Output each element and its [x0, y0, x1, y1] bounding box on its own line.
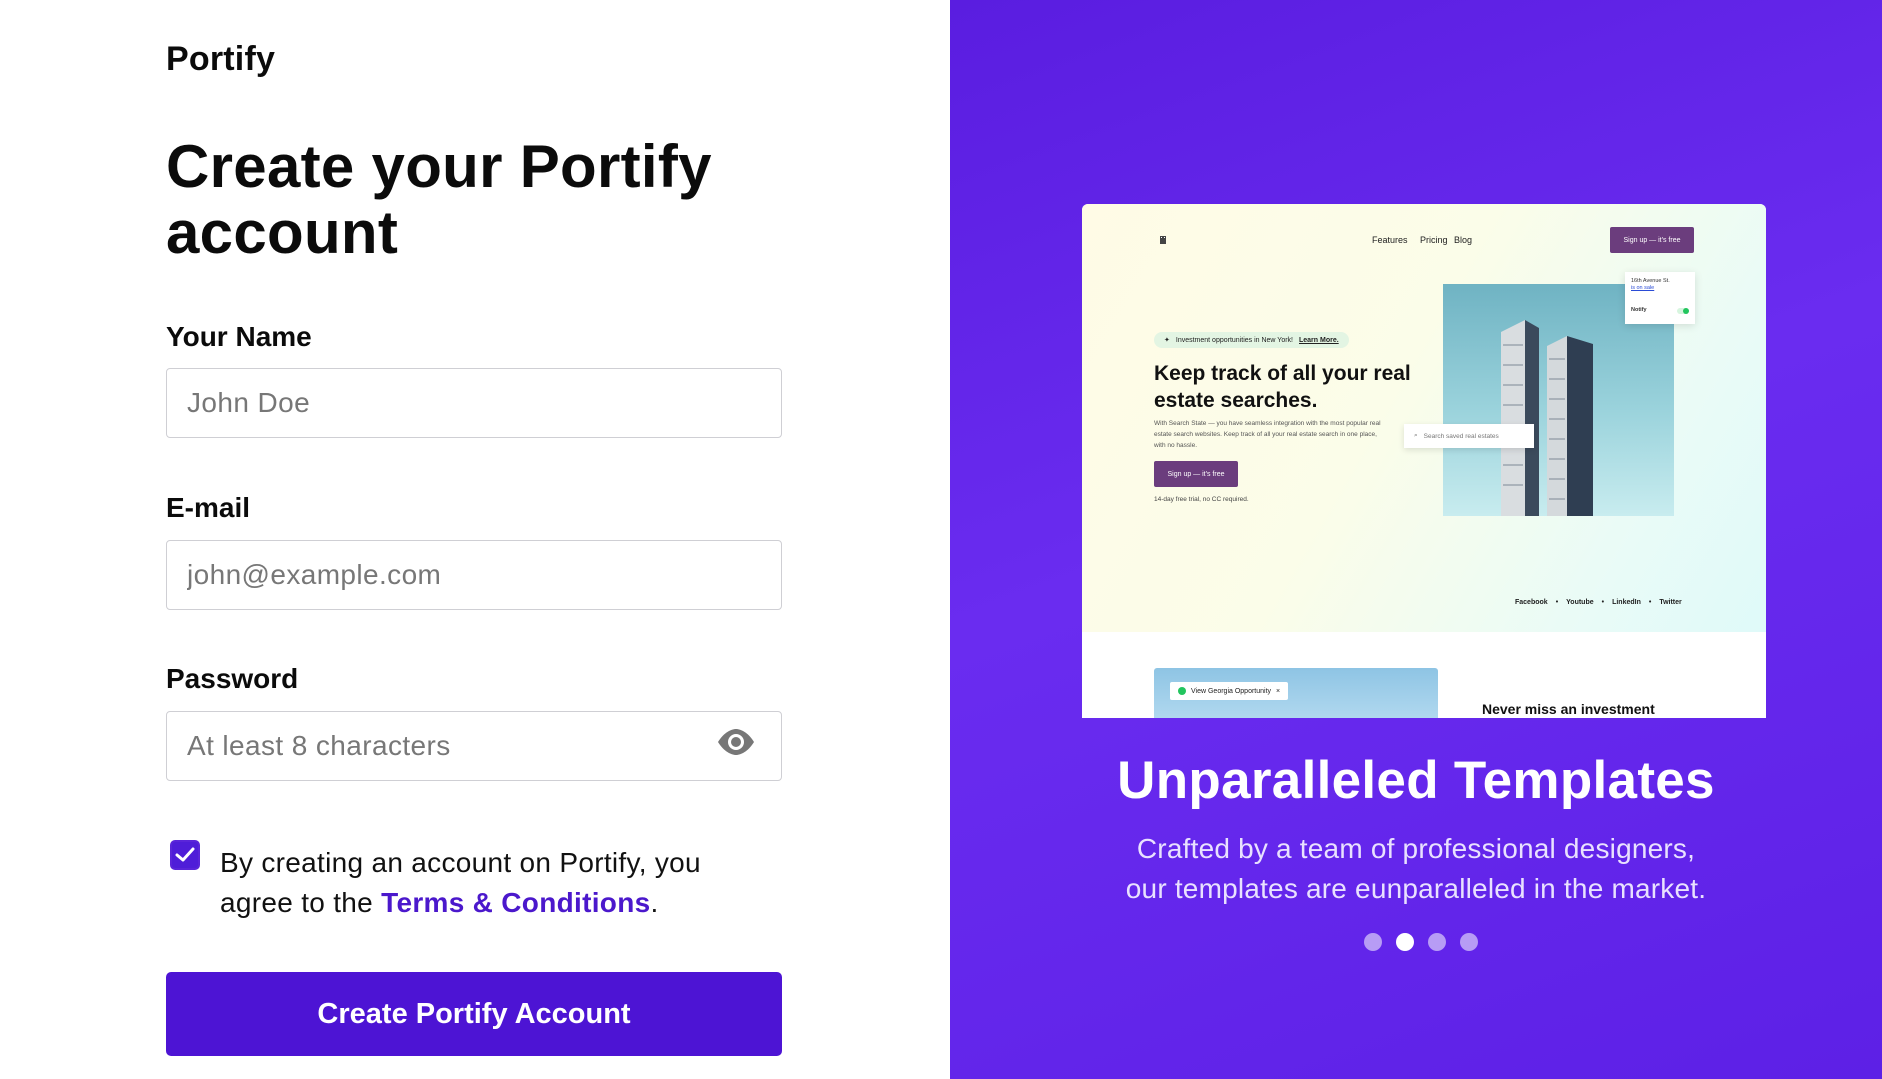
check-circle-icon: [1178, 687, 1186, 695]
showcase-panel: Features Pricing Blog Sign up — it's fre…: [950, 0, 1882, 1079]
carousel-dots: [1364, 933, 1478, 951]
preview-signup-button: Sign up — it's free: [1610, 227, 1694, 253]
sparkle-icon: ✦: [1164, 337, 1170, 344]
carousel-dot[interactable]: [1364, 933, 1382, 951]
preview-nav-item: Features: [1372, 235, 1408, 245]
eye-icon[interactable]: [716, 727, 756, 757]
preview-search-placeholder: Search saved real estates: [1423, 432, 1499, 440]
showcase-title: Unparalleled Templates: [1117, 751, 1715, 810]
password-input[interactable]: [166, 711, 782, 781]
page-title: Create your Portify account: [166, 133, 712, 266]
preview-notify-card: 16th Avenue St. is on sale Notify: [1625, 272, 1695, 324]
checkmark-icon: [175, 847, 195, 862]
name-input[interactable]: [166, 368, 782, 438]
name-label: Your Name: [166, 321, 312, 352]
carousel-dot[interactable]: [1428, 933, 1446, 951]
preview-nav-item: Blog: [1454, 235, 1473, 245]
email-label: E-mail: [166, 492, 251, 523]
terms-suffix: .: [650, 887, 659, 918]
preview-hero: Features Pricing Blog Sign up — it's fre…: [1082, 204, 1766, 632]
preview-social-links: Facebook • Youtube • LinkedIn • Twitter: [1515, 599, 1682, 606]
preview-notify-status: is on sale: [1631, 285, 1655, 291]
carousel-dot[interactable]: [1460, 933, 1478, 951]
preview-heading: Keep track of all your real estate searc…: [1154, 362, 1411, 412]
preview-trial-note: 14-day free trial, no CC required.: [1154, 496, 1249, 503]
preview-logo-icon: [1160, 236, 1166, 244]
terms-checkbox[interactable]: [170, 840, 200, 870]
password-label: Password: [166, 663, 299, 694]
preview-section-heading: Never miss an investment: [1482, 701, 1655, 717]
preview-social-link: Facebook: [1515, 599, 1548, 606]
preview-card-tag: View Georgia Opportunity ×: [1170, 682, 1289, 700]
preview-opportunity-card: View Georgia Opportunity ×: [1154, 668, 1438, 718]
signup-panel: Portify Create your Portify account Your…: [0, 0, 950, 1079]
preview-cta-button: Sign up — it's free: [1154, 461, 1238, 487]
preview-announcement: ✦ Investment opportunities in New York! …: [1154, 332, 1349, 348]
preview-social-link: LinkedIn: [1612, 599, 1641, 606]
preview-body: With Search State — you have seamless in…: [1154, 420, 1381, 449]
preview-notify-address: 16th Avenue St.: [1631, 278, 1670, 284]
preview-card-close: ×: [1276, 687, 1281, 695]
email-input[interactable]: [166, 540, 782, 610]
toggle-icon: [1677, 308, 1689, 314]
brand-logo[interactable]: Portify: [166, 40, 275, 79]
preview-card-tag-text: View Georgia Opportunity: [1191, 687, 1272, 695]
preview-pill-text: Investment opportunities in New York!: [1175, 336, 1293, 344]
preview-search-box: ⌕ Search saved real estates: [1404, 424, 1534, 448]
carousel-dot-active[interactable]: [1396, 933, 1414, 951]
showcase-subtitle: Crafted by a team of professional design…: [1125, 833, 1707, 904]
preview-nav-item: Pricing: [1420, 235, 1448, 245]
preview-pill-link: Learn More.: [1299, 336, 1339, 344]
terms-link[interactable]: Terms & Conditions: [381, 887, 650, 918]
create-account-button[interactable]: Create Portify Account: [166, 972, 782, 1056]
terms-text: By creating an account on Portify, you a…: [220, 843, 760, 923]
search-icon: ⌕: [1414, 432, 1418, 439]
preview-notify-label: Notify: [1631, 307, 1647, 313]
preview-social-link: Twitter: [1659, 599, 1682, 606]
preview-social-link: Youtube: [1566, 599, 1594, 606]
template-preview: Features Pricing Blog Sign up — it's fre…: [1082, 204, 1766, 718]
